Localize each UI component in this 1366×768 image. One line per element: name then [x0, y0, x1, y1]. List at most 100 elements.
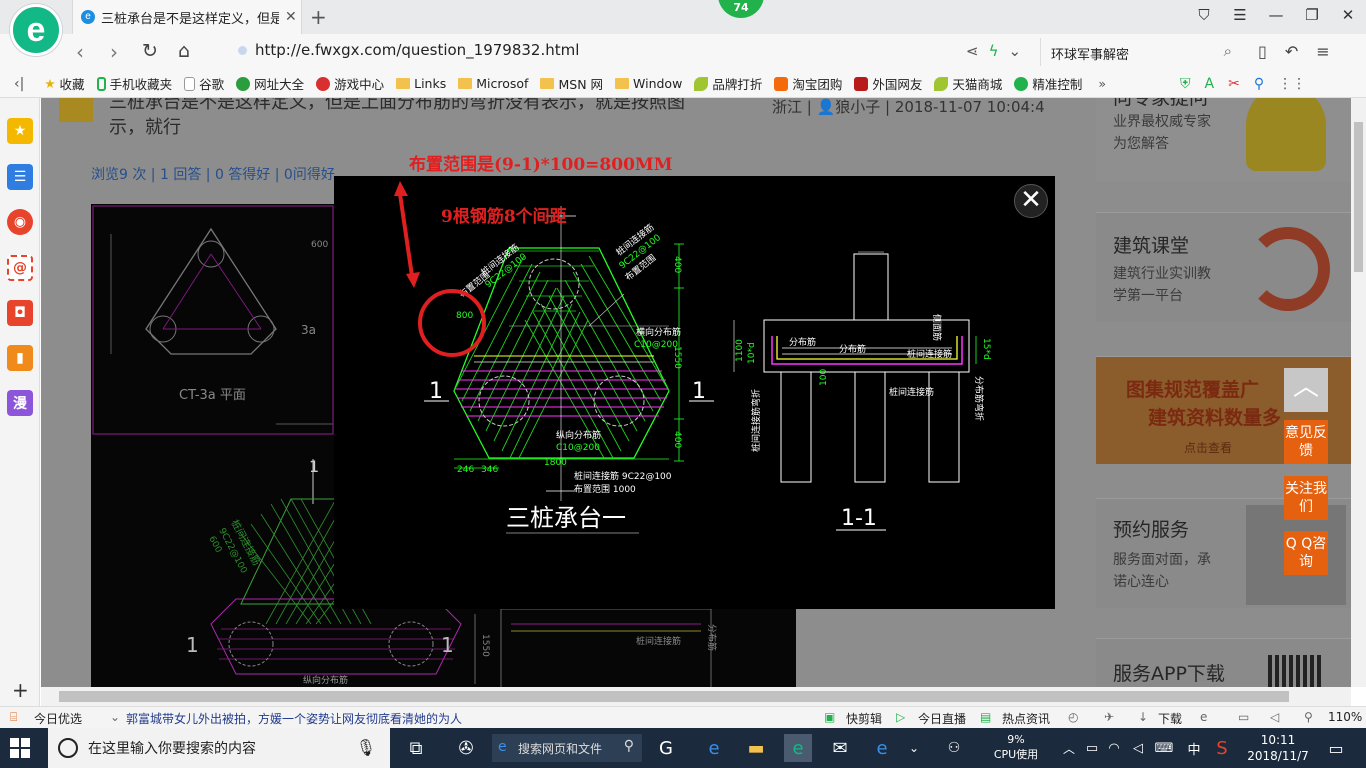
search-icon[interactable]: ⌕ [1224, 42, 1232, 60]
app-download-card[interactable]: 服务APP下载 [1096, 638, 1351, 687]
360-browser-icon[interactable]: G [652, 734, 680, 762]
weibo-icon[interactable]: ◉ [7, 209, 33, 235]
speed-icon[interactable]: ◴ [1068, 710, 1078, 724]
live-link[interactable]: 今日直播 [918, 710, 966, 727]
back-arrow-icon[interactable]: ‹ [76, 40, 84, 64]
forward-arrow-icon[interactable]: › [110, 40, 118, 64]
add-sidebar-icon[interactable]: + [12, 678, 29, 702]
windows-start-icon[interactable] [10, 738, 30, 758]
gift-icon[interactable]: ⌸ [10, 710, 17, 725]
collapse-sidebar-icon[interactable]: ‹| [14, 76, 24, 92]
play-icon[interactable]: ▷ [896, 710, 905, 724]
vertical-scroll-thumb[interactable] [1354, 122, 1363, 272]
file-explorer-icon[interactable]: ▬ [742, 734, 770, 762]
download-arrow-icon[interactable]: ↓ [1138, 710, 1148, 724]
bookmark-item[interactable]: MSN 网 [540, 74, 603, 93]
zoom-icon[interactable]: ⚲ [1304, 710, 1313, 724]
follow-us-button[interactable]: 关注我们 [1284, 476, 1328, 520]
edge-icon[interactable]: e [868, 734, 896, 762]
kuaijian-link[interactable]: 快剪辑 [846, 710, 882, 727]
taskbar-web-search[interactable]: e 搜索网页和文件 ⚲ [492, 734, 642, 762]
bookmark-item[interactable]: Window [615, 76, 682, 91]
bookmark-item[interactable]: 外国网友 [854, 74, 922, 93]
volume-icon[interactable]: ◁ [1124, 734, 1152, 762]
notification-center-icon[interactable]: ▭ [1322, 734, 1350, 762]
video-edit-icon[interactable]: ▣ [824, 710, 835, 724]
today-picks-link[interactable]: 今日优选 [34, 710, 82, 727]
people-icon[interactable]: ⚇ [940, 734, 968, 762]
feedback-button[interactable]: 意见反馈 [1284, 420, 1328, 464]
new-tab-button[interactable]: + [310, 5, 327, 29]
scissors-icon[interactable]: ✂ [1228, 76, 1240, 92]
question-stats[interactable]: 浏览9 次 | 1 回答 | 0 答得好 | 0问得好 [91, 164, 335, 184]
browser-tab[interactable]: e 三桩承台是不是这样定义，但是... ✕ [72, 0, 302, 34]
window-icon[interactable]: ▭ [1238, 710, 1249, 724]
share-icon[interactable]: ⋖ [966, 42, 979, 60]
url-field[interactable]: http://e.fwxgx.com/question_1979832.html [238, 41, 579, 59]
taskbar-search-input[interactable]: 在这里输入你要搜索的内容 🎙 [48, 728, 390, 768]
vertical-scrollbar[interactable] [1351, 98, 1366, 687]
favorites-star-icon[interactable]: ★ [7, 118, 33, 144]
search-input[interactable]: 环球军事解密 ⌕ [1040, 38, 1240, 66]
news-list-icon[interactable]: ☰ [7, 164, 33, 190]
news-icon[interactable]: ▤ [980, 710, 991, 724]
ask-expert-card[interactable]: 向专家提问 业界最权威专家 为您解答 [1096, 98, 1351, 181]
tab-close-button[interactable]: ✕ [285, 9, 297, 25]
minimize-button[interactable]: — [1258, 0, 1294, 30]
more-bookmarks-icon[interactable]: » [1098, 76, 1106, 91]
ie-icon[interactable]: e [700, 734, 728, 762]
qq-consult-button[interactable]: Q Q咨询 [1284, 531, 1328, 575]
site-info-icon[interactable] [238, 45, 247, 55]
home-icon[interactable]: ⌂ [178, 40, 190, 62]
image-lightbox[interactable]: 1 1 400 1550 400 1800 246 346 桩间连接筋 9C22… [334, 176, 1055, 609]
zoom-level[interactable]: 110% [1328, 710, 1362, 724]
browser-logo-icon[interactable]: e [10, 4, 62, 56]
more-icon[interactable]: ≡ [1316, 42, 1329, 61]
bookmark-item[interactable]: 手机收藏夹 [96, 74, 172, 93]
bookmark-item[interactable]: ★ 收藏 [44, 74, 84, 93]
bookmark-item[interactable]: 谷歌 [184, 74, 224, 93]
horizontal-scroll-thumb[interactable] [59, 691, 1289, 702]
shield-icon[interactable]: ⛨ [1180, 76, 1191, 92]
game-controller-icon[interactable]: ◘ [7, 300, 33, 326]
mail-icon[interactable]: @ [7, 255, 33, 281]
task-view-icon[interactable]: ⧉ [402, 734, 430, 762]
book-icon[interactable]: ▮ [7, 345, 33, 371]
notification-badge[interactable]: 74 [718, 0, 764, 18]
clock[interactable]: 10:11 2018/11/7 [1245, 732, 1311, 764]
bookmark-item[interactable]: Links [396, 76, 446, 91]
close-window-button[interactable]: ✕ [1330, 0, 1366, 30]
shirt-skin-icon[interactable]: ⛉ [1186, 0, 1222, 30]
bookmark-item[interactable]: Microsof [458, 76, 528, 91]
news-headline-link[interactable]: 郭富城带女儿外出被拍，方媛一个姿势让网友彻底看清她的为人 [126, 710, 462, 727]
bookmark-item[interactable]: 品牌打折 [694, 74, 762, 93]
banner-link[interactable]: 点击查看 [1184, 439, 1232, 456]
phone-icon[interactable]: ▯ [1258, 42, 1267, 61]
sogou-ime-icon[interactable]: S [1208, 734, 1236, 762]
pin-icon[interactable]: ✈ [1104, 710, 1114, 724]
magnifier-icon[interactable]: ⚲ [1254, 76, 1264, 92]
ime-indicator[interactable]: 中 [1180, 734, 1208, 762]
comic-icon[interactable]: 漫 [7, 390, 33, 416]
fan-app-icon[interactable]: ✇ [452, 734, 480, 762]
bookmark-item[interactable]: 精准控制 [1014, 74, 1082, 93]
restore-button[interactable]: ❐ [1294, 0, 1330, 30]
apps-grid-icon[interactable]: ⋮⋮ [1278, 76, 1306, 92]
horizontal-scrollbar[interactable] [41, 687, 1351, 706]
bookmark-item[interactable]: 淘宝团购 [774, 74, 842, 93]
browser-taskbar-icon[interactable]: e [784, 734, 812, 762]
ie-mode-icon[interactable]: e [1200, 710, 1207, 724]
show-hidden-icon[interactable]: ⌄ [900, 734, 928, 762]
lightbox-close-button[interactable]: ✕ [1014, 184, 1048, 218]
translate-icon[interactable]: A [1205, 76, 1215, 92]
mail-icon[interactable]: ✉ [826, 734, 854, 762]
bookmark-item[interactable]: 天猫商城 [934, 74, 1002, 93]
hot-news-link[interactable]: 热点资讯 [1002, 710, 1050, 727]
scroll-to-top-button[interactable]: ︿ [1284, 368, 1328, 412]
microphone-icon[interactable]: 🎙 [356, 738, 376, 757]
keyboard-icon[interactable]: ⌨ [1150, 734, 1178, 762]
mute-icon[interactable]: ◁ [1270, 710, 1279, 724]
bookmark-item[interactable]: 游戏中心 [316, 74, 384, 93]
undo-icon[interactable]: ↶ [1285, 42, 1298, 61]
lightning-icon[interactable]: ϟ [989, 42, 999, 60]
